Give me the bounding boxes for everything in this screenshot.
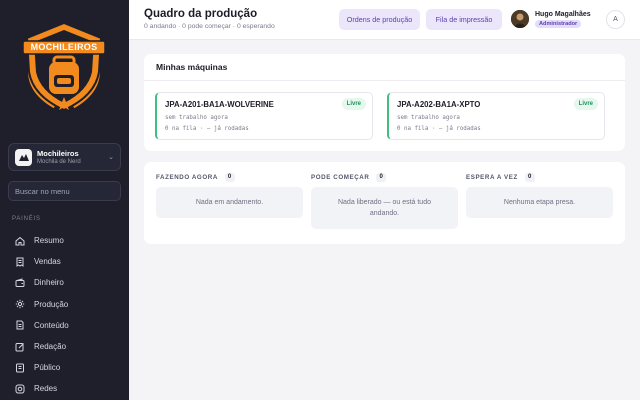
sidebar-item-label: Dinheiro	[34, 278, 64, 288]
user-role-badge: Administrador	[535, 20, 582, 28]
sidebar-item-redes[interactable]: Redes	[8, 378, 121, 399]
gear-icon	[14, 298, 26, 310]
edit-icon	[14, 341, 26, 353]
sidebar-item-publico[interactable]: Público	[8, 357, 121, 378]
column-count-badge: 0	[376, 172, 387, 182]
empty-state: Nada em andamento.	[156, 187, 303, 218]
column-title: ESPERA A VEZ	[466, 173, 518, 181]
sidebar-search-input[interactable]	[8, 181, 121, 201]
production-board-card: FAZENDO AGORA 0 Nada em andamento. PODE …	[144, 162, 625, 244]
machines-card: Minhas máquinas JPA-A201-BA1A-WOLVERINE …	[144, 54, 625, 151]
production-orders-button[interactable]: Ordens de produção	[339, 9, 420, 30]
receipt-icon	[14, 256, 26, 268]
account-menu-button[interactable]: A	[606, 10, 625, 29]
org-subtitle: Mochila de Nerd	[37, 159, 81, 165]
column-count-badge: 0	[524, 172, 535, 182]
sidebar-item-conteudo[interactable]: Conteúdo	[8, 315, 121, 336]
chevron-down-icon: ⌄	[108, 154, 114, 161]
sidebar-item-resumo[interactable]: Resumo	[8, 230, 121, 251]
machine-card[interactable]: JPA-A201-BA1A-WOLVERINE Livre sem trabal…	[155, 92, 373, 140]
document-icon	[14, 319, 26, 331]
sidebar-item-label: Resumo	[34, 236, 64, 246]
instagram-icon	[14, 383, 26, 395]
sidebar-section-label: PAINÉIS	[12, 216, 41, 222]
sidebar-item-dinheiro[interactable]: Dinheiro	[8, 272, 121, 293]
machines-title: Minhas máquinas	[144, 54, 625, 81]
machine-job: sem trabalho agora	[165, 115, 228, 121]
column-can-start: PODE COMEÇAR 0 Nada liberado — ou está t…	[311, 172, 458, 229]
sidebar-item-label: Redação	[34, 342, 67, 352]
sidebar-item-label: Redes	[34, 384, 58, 394]
machine-card[interactable]: JPA-A202-BA1A-XPTO Livre sem trabalho ag…	[387, 92, 605, 140]
machine-name: JPA-A201-BA1A-WOLVERINE	[165, 100, 274, 109]
column-title: FAZENDO AGORA	[156, 173, 218, 181]
empty-state: Nenhuma etapa presa.	[466, 187, 613, 218]
print-queue-button[interactable]: Fila de impressão	[426, 9, 502, 30]
status-badge: Livre	[341, 98, 366, 110]
sidebar-item-label: Conteúdo	[34, 320, 69, 330]
logo-text: MOCHILEIROS	[30, 42, 98, 52]
org-switcher[interactable]: Mochileiros Mochila de Nerd ⌄	[8, 143, 121, 171]
sidebar-item-producao[interactable]: Produção	[8, 294, 121, 315]
sidebar: MOCHILEIROS Mochileiros Mochila de Nerd …	[0, 0, 129, 400]
column-count-badge: 0	[224, 172, 235, 182]
sidebar-item-vendas[interactable]: Vendas	[8, 251, 121, 272]
sidebar-item-label: Produção	[34, 299, 69, 309]
column-doing-now: FAZENDO AGORA 0 Nada em andamento.	[156, 172, 303, 218]
sidebar-item-label: Vendas	[34, 257, 61, 267]
machine-meta: 0 na fila · — já rodadas	[165, 126, 249, 132]
home-icon	[14, 235, 26, 247]
column-waiting: ESPERA A VEZ 0 Nenhuma etapa presa.	[466, 172, 613, 218]
machine-meta: 0 na fila · — já rodadas	[397, 126, 481, 132]
page-title: Quadro da produção	[144, 8, 258, 20]
page-subtitle: 0 andando · 0 pode começar · 0 esperando	[144, 23, 275, 30]
wallet-icon	[14, 277, 26, 289]
org-name: Mochileiros	[37, 149, 79, 158]
sidebar-item-label: Público	[34, 363, 61, 373]
column-title: PODE COMEÇAR	[311, 173, 370, 181]
machine-name: JPA-A202-BA1A-XPTO	[397, 100, 481, 109]
users-icon	[14, 362, 26, 374]
user-name: Hugo Magalhães	[535, 11, 591, 18]
empty-state: Nada liberado — ou está tudo andando.	[311, 187, 458, 229]
sidebar-nav: Resumo Vendas Dinheiro Produção Conteúdo…	[8, 230, 121, 400]
status-badge: Livre	[573, 98, 598, 110]
machine-job: sem trabalho agora	[397, 115, 460, 121]
mochileiros-logo[interactable]: MOCHILEIROS	[21, 20, 107, 116]
sidebar-item-redacao[interactable]: Redação	[8, 336, 121, 357]
user-avatar[interactable]	[511, 10, 529, 28]
org-avatar-icon	[15, 148, 32, 166]
page-header: Quadro da produção 0 andando · 0 pode co…	[129, 0, 640, 40]
